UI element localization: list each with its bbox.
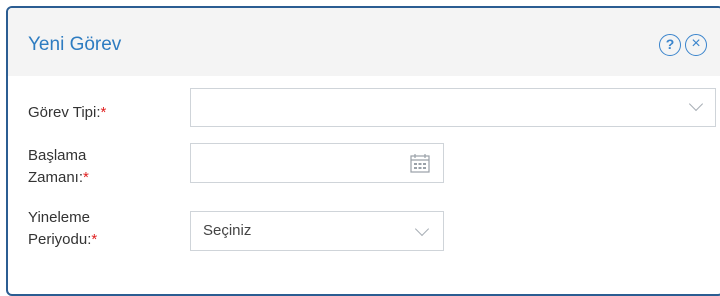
dialog-title: Yeni Görev — [28, 34, 122, 55]
new-task-dialog: Yeni Görev ? × Görev Tipi:* Başlama Zama… — [6, 6, 720, 296]
required-mark: * — [100, 104, 107, 121]
required-mark: * — [83, 169, 89, 186]
repeat-period-select[interactable]: Seçiniz — [190, 211, 444, 251]
repeat-period-value: Seçiniz — [203, 222, 252, 239]
help-icon[interactable]: ? — [659, 34, 681, 56]
start-time-input[interactable] — [190, 143, 444, 183]
dialog-header: Yeni Görev ? × — [8, 8, 720, 76]
task-type-label: Görev Tipi:* — [28, 104, 107, 121]
task-type-select[interactable] — [190, 88, 716, 127]
required-mark: * — [91, 231, 98, 248]
calendar-icon[interactable] — [409, 152, 431, 174]
chevron-down-icon — [688, 96, 704, 112]
start-time-label: Başlama Zamanı:* — [28, 147, 89, 186]
close-icon[interactable]: × — [685, 34, 707, 56]
repeat-period-label: Yineleme Periyodu:* — [28, 209, 98, 248]
chevron-down-icon — [414, 221, 430, 237]
